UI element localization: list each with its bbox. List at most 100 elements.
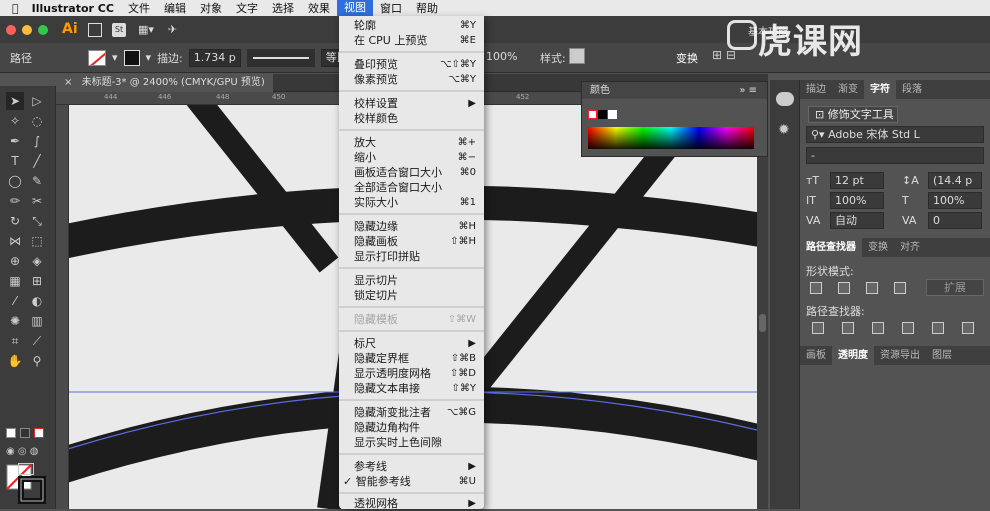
stroke-weight-input[interactable]: 1.734 p — [188, 48, 241, 67]
tab-paragraph[interactable]: 段落 — [896, 80, 928, 99]
vertical-scale-input[interactable]: 100% — [830, 192, 884, 209]
graph-tool-icon[interactable]: ▥ — [28, 312, 46, 330]
minus-front-icon[interactable] — [838, 282, 850, 294]
tracking-input[interactable]: 0 — [928, 212, 982, 229]
scale-tool-icon[interactable]: ⤡ — [28, 212, 46, 230]
menu-item-text-threads[interactable]: 隐藏文本串接 ⇧⌘Y — [339, 381, 484, 396]
width-tool-icon[interactable]: ⋈ — [6, 232, 24, 250]
horizontal-scale-input[interactable]: 100% — [928, 192, 982, 209]
color-panel-header[interactable]: 颜色 » ≡ — [582, 82, 767, 99]
kerning-input[interactable]: 自动 — [830, 212, 884, 229]
menu-select[interactable]: 选择 — [265, 0, 301, 16]
menu-item-show-slices[interactable]: 显示切片 — [339, 273, 484, 288]
menu-file[interactable]: 文件 — [121, 0, 157, 16]
menu-item-lock-slices[interactable]: 锁定切片 — [339, 288, 484, 303]
hand-tool-icon[interactable]: ✋ — [6, 352, 24, 370]
none-swatch[interactable] — [588, 110, 597, 119]
selection-tool-icon[interactable]: ➤ — [6, 92, 24, 110]
vertical-ruler[interactable] — [56, 105, 69, 509]
tab-transparency[interactable]: 透明度 — [832, 346, 874, 365]
font-style-select[interactable]: - — [806, 147, 984, 164]
mesh-tool-icon[interactable]: ⊞ — [28, 272, 46, 290]
menu-item-smart-guides[interactable]: ✓ 智能参考线 ⌘U — [339, 474, 484, 489]
outline-icon[interactable] — [932, 322, 944, 334]
app-name[interactable]: Illustrator CC — [25, 2, 121, 15]
menu-item-corner-widget[interactable]: 隐藏边角构件 — [339, 420, 484, 435]
style-swatch[interactable] — [569, 48, 585, 64]
menu-type[interactable]: 文字 — [229, 0, 265, 16]
color-spectrum[interactable] — [588, 127, 754, 149]
menu-item-fit-all[interactable]: 全部适合窗口大小 — [339, 180, 484, 195]
black-swatch[interactable] — [598, 110, 607, 119]
merge-icon[interactable] — [872, 322, 884, 334]
menu-item-zoom-out[interactable]: 缩小 ⌘− — [339, 150, 484, 165]
font-family-select[interactable]: ⚲▾ Adobe 宋体 Std L — [806, 126, 984, 143]
align-icons[interactable]: ⊞ ⊟ — [712, 48, 736, 62]
menu-item-guides[interactable]: 参考线 ▶ — [339, 459, 484, 474]
slice-tool-icon[interactable]: ⟋ — [28, 332, 46, 350]
pencil-icon[interactable]: ✏ — [6, 192, 24, 210]
tab-layers[interactable]: 图层 — [926, 346, 958, 365]
bridge-icon[interactable] — [88, 22, 102, 37]
type-tool-icon[interactable]: T — [6, 152, 24, 170]
free-transform-icon[interactable]: ⬚ — [28, 232, 46, 250]
menu-item-hide-edges[interactable]: 隐藏边缘 ⌘H — [339, 219, 484, 234]
menu-effect[interactable]: 效果 — [301, 0, 337, 16]
stroke-profile-select[interactable] — [246, 48, 315, 67]
intersect-icon[interactable] — [866, 282, 878, 294]
document-tab[interactable]: × 未标题-3* @ 2400% (CMYK/GPU 预览) — [56, 74, 273, 92]
menu-object[interactable]: 对象 — [193, 0, 229, 16]
opacity-input[interactable]: 100% — [486, 50, 517, 63]
tab-transform[interactable]: 变换 — [862, 238, 894, 257]
close-icon[interactable]: × — [64, 77, 72, 88]
menu-item-actual-size[interactable]: 实际大小 ⌘1 — [339, 195, 484, 210]
expand-button[interactable]: 扩展 — [926, 279, 984, 296]
zoom-window-button[interactable] — [38, 24, 48, 35]
menu-item-transparency-grid[interactable]: 显示透明度网格 ⇧⌘D — [339, 366, 484, 381]
drawing-mode-icons[interactable]: ◉ ◎ ◍ — [6, 446, 39, 457]
tab-stroke[interactable]: 描边 — [800, 80, 832, 99]
stock-icon[interactable]: St — [112, 22, 126, 37]
lasso-icon[interactable]: ◌ — [28, 112, 46, 130]
touch-type-button[interactable]: ⊡ 修饰文字工具 — [808, 106, 898, 123]
screen-mode-icon[interactable] — [18, 463, 34, 475]
unite-icon[interactable] — [810, 282, 822, 294]
transform-button[interactable]: 变换 — [676, 50, 698, 66]
scissors-icon[interactable]: ✂ — [28, 192, 46, 210]
zoom-tool-icon[interactable]: ⚲ — [28, 352, 46, 370]
menu-item-proof-setup[interactable]: 校样设置 ▶ — [339, 96, 484, 111]
arrange-icon[interactable]: ▦▾ — [138, 23, 154, 36]
artboard-tool-icon[interactable]: ⌗ — [6, 332, 24, 350]
color-panel-icon[interactable] — [776, 92, 794, 106]
gpu-icon[interactable]: ✈ — [168, 23, 177, 36]
tab-gradient[interactable]: 渐变 — [832, 80, 864, 99]
tab-artboards[interactable]: 画板 — [800, 346, 832, 365]
chevron-down-icon[interactable]: ▾ — [146, 51, 152, 64]
panel-menu-icon[interactable]: » ≡ — [739, 82, 757, 99]
direct-selection-tool-icon[interactable]: ▷ — [28, 92, 46, 110]
tab-pathfinder[interactable]: 路径查找器 — [800, 238, 862, 257]
menu-item-overprint-preview[interactable]: 叠印预览 ⌥⇧⌘Y — [339, 57, 484, 72]
close-window-button[interactable] — [6, 24, 16, 35]
apple-icon[interactable]:  — [0, 2, 25, 15]
minus-back-icon[interactable] — [962, 322, 974, 334]
tab-align[interactable]: 对齐 — [894, 238, 926, 257]
sun-icon[interactable]: ✹ — [778, 122, 790, 138]
shape-builder-icon[interactable]: ⊕ — [6, 252, 24, 270]
perspective-grid-icon[interactable]: ▦ — [6, 272, 24, 290]
menu-item-proof-colors[interactable]: 校样颜色 — [339, 111, 484, 126]
pen-tool-icon[interactable]: ✒ — [6, 132, 24, 150]
menu-edit[interactable]: 编辑 — [157, 0, 193, 16]
menu-item-hide-artboards[interactable]: 隐藏画板 ⇧⌘H — [339, 234, 484, 249]
menu-item-print-tiling[interactable]: 显示打印拼贴 — [339, 249, 484, 264]
color-mode-icons[interactable] — [6, 428, 44, 438]
ellipse-tool-icon[interactable]: ◯ — [6, 172, 24, 190]
crop-icon[interactable] — [902, 322, 914, 334]
menu-view[interactable]: 视图 — [336, 0, 373, 16]
tab-character[interactable]: 字符 — [864, 80, 896, 99]
magic-wand-icon[interactable]: ✧ — [6, 112, 24, 130]
menu-item-cpu-preview[interactable]: 在 CPU 上预览 ⌘E — [339, 33, 484, 48]
curvature-tool-icon[interactable]: ∫ — [28, 132, 46, 150]
live-paint-icon[interactable]: ◈ — [28, 252, 46, 270]
eyedropper-icon[interactable]: ⁄ — [6, 292, 24, 310]
